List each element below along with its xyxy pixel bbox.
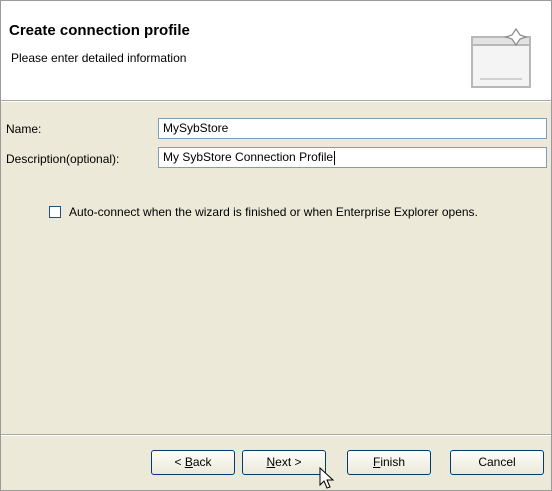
create-connection-profile-dialog: Create connection profile Please enter d… bbox=[0, 0, 552, 491]
description-input[interactable]: My SybStore Connection Profile bbox=[158, 147, 547, 168]
cancel-button[interactable]: Cancel bbox=[450, 450, 544, 475]
name-input[interactable]: MySybStore bbox=[158, 118, 547, 139]
auto-connect-label: Auto-connect when the wizard is finished… bbox=[69, 205, 478, 219]
banner-description: Please enter detailed information bbox=[11, 51, 187, 65]
finish-button[interactable]: Finish bbox=[347, 450, 431, 475]
auto-connect-option[interactable]: Auto-connect when the wizard is finished… bbox=[49, 204, 478, 220]
name-label: Name: bbox=[6, 122, 42, 136]
name-input-value: MySybStore bbox=[163, 121, 229, 135]
auto-connect-checkbox[interactable] bbox=[49, 206, 61, 218]
wizard-banner: Create connection profile Please enter d… bbox=[1, 1, 551, 101]
banner-title: Create connection profile bbox=[9, 22, 190, 39]
back-button[interactable]: < Back bbox=[151, 450, 235, 475]
banner-separator bbox=[1, 101, 551, 102]
button-bar-separator bbox=[1, 434, 551, 436]
next-button[interactable]: Next > bbox=[242, 450, 326, 475]
description-input-value: My SybStore Connection Profile bbox=[163, 150, 334, 164]
wizard-banner-icon bbox=[471, 27, 531, 88]
description-label: Description(optional): bbox=[6, 152, 120, 166]
mouse-pointer-icon bbox=[319, 467, 335, 489]
text-caret bbox=[334, 150, 336, 165]
